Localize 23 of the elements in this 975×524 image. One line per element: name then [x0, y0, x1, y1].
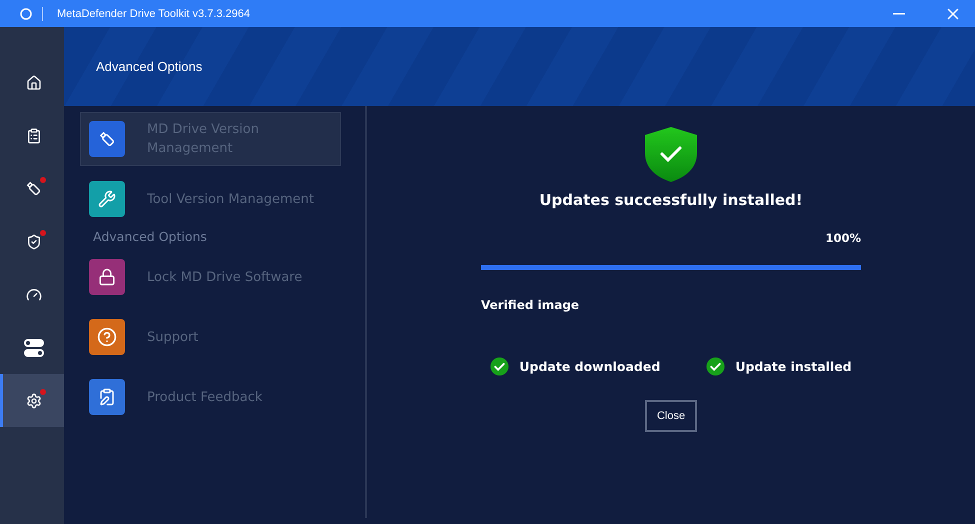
home-icon — [26, 74, 42, 90]
shield-check-icon — [644, 126, 698, 183]
gauge-icon — [26, 286, 42, 302]
window-title: MetaDefender Drive Toolkit v3.7.3.2964 — [57, 8, 252, 20]
page-title: Advanced Options — [96, 59, 202, 74]
menu-item[interactable]: Support — [80, 310, 341, 364]
usb-drive-icon — [25, 180, 42, 197]
minimize-icon — [893, 12, 905, 14]
settings-icon — [26, 392, 42, 408]
shield-check-icon — [26, 234, 42, 250]
step-label: Update downloaded — [519, 359, 660, 374]
progress-percent: 100% — [825, 231, 861, 245]
section-heading: Advanced Options — [92, 229, 208, 244]
menu-item[interactable]: Tool Version Management — [80, 172, 341, 226]
close-dialog-button[interactable]: Close — [645, 400, 697, 432]
menu-item[interactable]: Lock MD Drive Software — [80, 250, 341, 304]
status-title: Updates successfully installed! — [538, 191, 804, 209]
clipboard-icon — [26, 128, 42, 144]
app-icon — [20, 8, 32, 20]
toggle-icon — [22, 338, 44, 358]
image-label: Verified image — [481, 298, 580, 312]
menu-item[interactable]: Product Feedback — [80, 370, 341, 424]
step-label: Update installed — [735, 359, 852, 374]
